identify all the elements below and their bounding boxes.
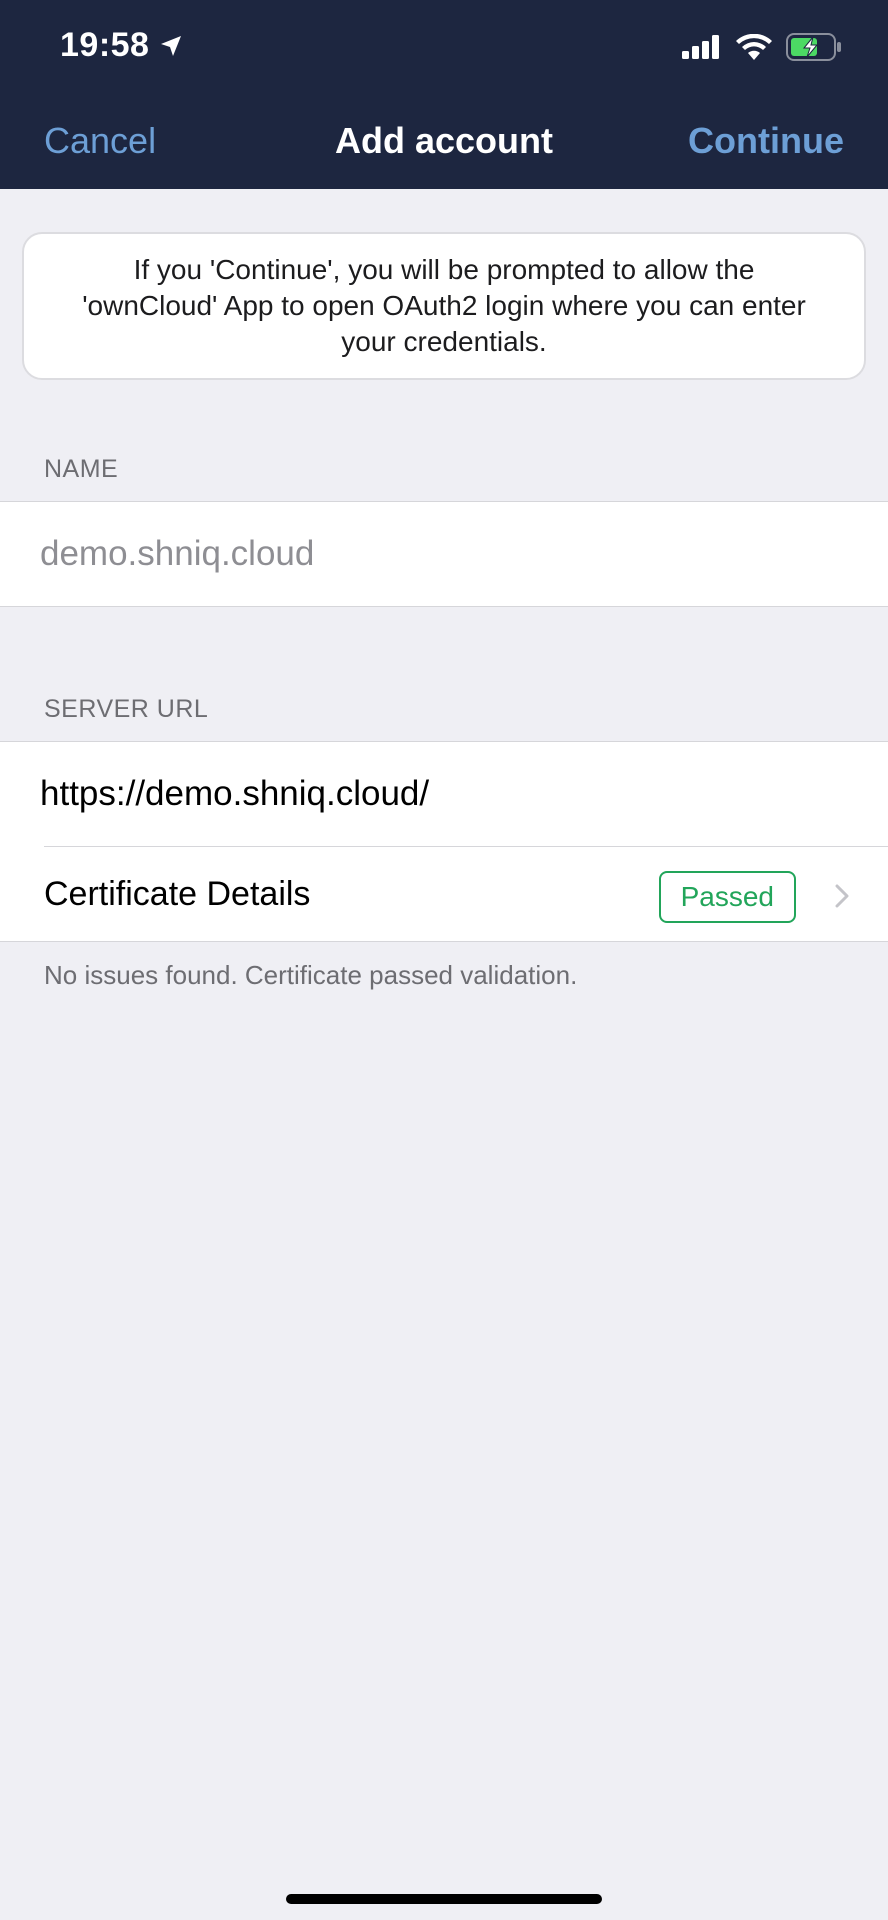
oauth-info-card: If you 'Continue', you will be prompted … bbox=[22, 232, 866, 380]
status-time-text: 19:58 bbox=[60, 26, 150, 64]
home-indicator[interactable] bbox=[286, 1894, 602, 1904]
server-url-section-header: SERVER URL bbox=[44, 695, 209, 723]
status-bar-time: 19:58 bbox=[60, 26, 183, 65]
name-cell bbox=[0, 502, 888, 606]
battery-charging-icon bbox=[786, 33, 841, 61]
name-cell-group bbox=[0, 501, 888, 607]
server-url-input[interactable] bbox=[40, 774, 840, 814]
certificate-details-label: Certificate Details bbox=[44, 874, 311, 913]
navigation-bar: 19:58 Cancel Add account Continue bbox=[0, 0, 888, 189]
continue-button[interactable]: Continue bbox=[688, 120, 844, 162]
certificate-footer-note: No issues found. Certificate passed vali… bbox=[44, 960, 578, 990]
oauth-info-text: If you 'Continue', you will be prompted … bbox=[82, 254, 806, 357]
certificate-status-badge: Passed bbox=[658, 871, 796, 923]
location-arrow-icon bbox=[161, 35, 182, 56]
server-url-cell-group: Certificate Details Passed bbox=[0, 741, 888, 942]
server-url-cell bbox=[0, 742, 888, 846]
cellular-signal-icon bbox=[682, 35, 719, 59]
name-section-header: NAME bbox=[44, 455, 119, 483]
status-bar-icons bbox=[682, 33, 842, 61]
chevron-right-icon bbox=[835, 884, 849, 908]
certificate-details-row[interactable]: Certificate Details Passed bbox=[0, 847, 888, 941]
wifi-icon bbox=[736, 34, 772, 60]
name-input[interactable] bbox=[40, 534, 840, 574]
